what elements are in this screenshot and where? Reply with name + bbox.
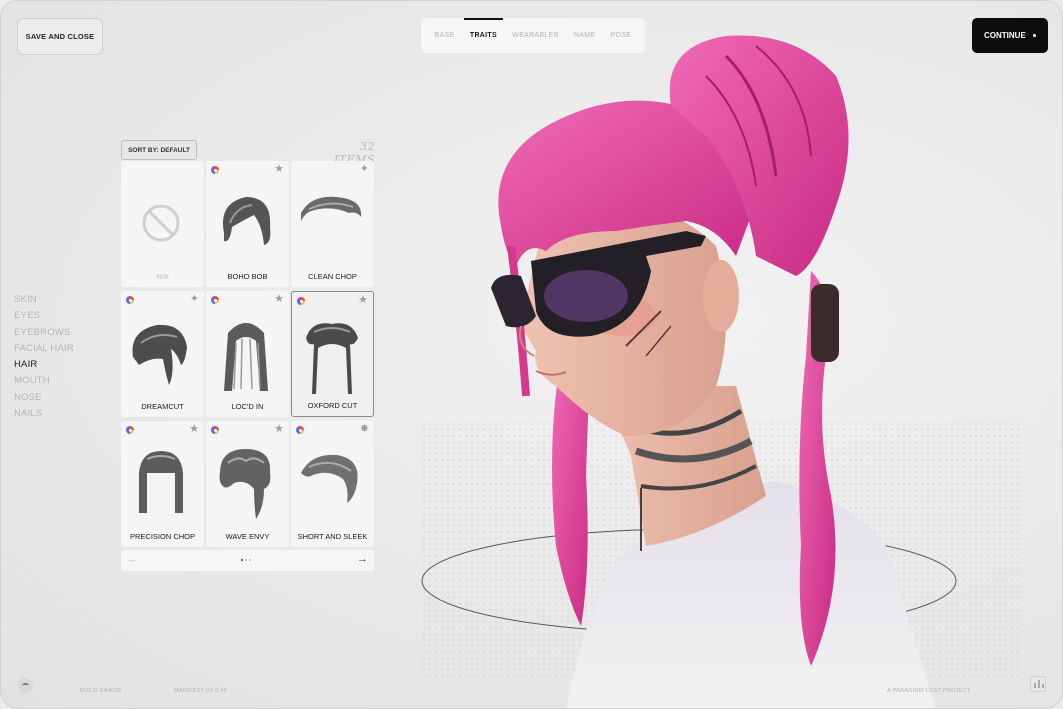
next-page-button[interactable]: → [357, 553, 368, 565]
hair-option-boho-bob[interactable]: ★ BOHO BOB [206, 161, 289, 287]
avatar-preview[interactable] [416, 26, 1063, 709]
category-nails[interactable]: NAILS [14, 408, 74, 424]
continue-button[interactable]: CONTINUE [972, 18, 1048, 53]
hair-option-label: PRECISION CHOP [129, 532, 195, 541]
hair-option-short-and-sleek[interactable]: ✸ SHORT AND SLEEK [291, 421, 374, 547]
hair-option-dreamcut[interactable]: ✦ DREAMCUT [121, 291, 204, 417]
prev-page-button[interactable]: ← [127, 553, 138, 565]
star-icon[interactable]: ★ [358, 295, 368, 306]
tab-name[interactable]: NAME [574, 18, 595, 53]
tab-pose[interactable]: POSE [611, 18, 632, 53]
hair-option-label: N/A [156, 272, 169, 281]
color-wheel-icon [126, 426, 134, 434]
hair-option-label: DREAMCUT [141, 402, 184, 411]
shirt [566, 481, 936, 708]
hair-precision-chop-icon [139, 451, 183, 513]
page-dot[interactable] [249, 559, 251, 561]
hair-option-label: WAVE ENVY [225, 532, 270, 541]
color-wheel-icon [211, 166, 219, 174]
color-wheel-icon [126, 296, 134, 304]
continue-dot-icon [1033, 34, 1036, 37]
hair-tie [811, 284, 839, 362]
app-frame: SAVE AND CLOSE BASE TRAITS WEARABLES NAM… [0, 0, 1063, 709]
hair-option-locd-in[interactable]: ★ LOC'D IN [206, 291, 289, 417]
category-nose[interactable]: NOSE [14, 392, 74, 408]
tab-base[interactable]: BASE [435, 18, 455, 53]
category-skin[interactable]: SKIN [14, 294, 74, 310]
page-dot[interactable] [245, 559, 247, 561]
hair-dreamcut-icon [132, 324, 187, 385]
ear [703, 260, 739, 332]
category-eyes[interactable]: EYES [14, 310, 74, 326]
star-icon[interactable]: ★ [274, 164, 284, 175]
none-icon [142, 204, 180, 242]
category-mouth[interactable]: MOUTH [14, 375, 74, 391]
category-hair[interactable]: HAIR [14, 359, 74, 375]
hair-short-and-sleek-icon [301, 454, 358, 503]
logo-icon[interactable] [18, 678, 33, 693]
sparkle-icon[interactable]: ✦ [360, 164, 369, 175]
hair-oxford-cut-icon [306, 323, 358, 394]
page-dot[interactable] [241, 559, 243, 561]
sparkle-icon[interactable]: ✦ [190, 294, 199, 305]
sort-dropdown[interactable]: SORT BY: DEFAULT [121, 140, 197, 160]
hair-option-label: CLEAN CHOP [308, 272, 357, 281]
hair-boho-bob-icon [222, 197, 271, 245]
category-eyebrows[interactable]: EYEBROWS [14, 327, 74, 343]
category-facial-hair[interactable]: FACIAL HAIR [14, 343, 74, 359]
project-credit[interactable]: A PARADIGM LOST PROJECT [887, 688, 971, 694]
hair-option-label: BOHO BOB [227, 272, 268, 281]
page-dots [241, 559, 251, 561]
hair-option-wave-envy[interactable]: ★ WAVE ENVY [206, 421, 289, 547]
star-icon[interactable]: ★ [274, 424, 284, 435]
color-wheel-icon [211, 296, 219, 304]
step-tabs: BASE TRAITS WEARABLES NAME POSE [421, 18, 645, 53]
tab-traits[interactable]: TRAITS [463, 18, 504, 53]
stats-icon[interactable] [1030, 676, 1046, 692]
color-wheel-icon [211, 426, 219, 434]
hair-option-label: LOC'D IN [231, 402, 264, 411]
continue-label: CONTINUE [984, 31, 1026, 40]
pagination: ← → [121, 550, 374, 571]
star-icon[interactable]: ★ [274, 294, 284, 305]
save-and-close-button[interactable]: SAVE AND CLOSE [17, 18, 103, 55]
star-icon[interactable]: ★ [189, 424, 199, 435]
hair-locd-in-icon [224, 323, 268, 391]
color-wheel-icon [297, 297, 305, 305]
hair-option-precision-chop[interactable]: ★ PRECISION CHOP [121, 421, 204, 547]
hair-clean-chop-icon [301, 196, 362, 221]
hair-option-oxford-cut[interactable]: ★ OXFORD CUT [291, 291, 374, 417]
hair-option-clean-chop[interactable]: ✦ CLEAN CHOP [291, 161, 374, 287]
hair-option-label: SHORT AND SLEEK [297, 532, 368, 541]
hair-wave-envy-icon [219, 449, 271, 519]
manifest-version: MANIFEST V0.0.49 [174, 688, 227, 694]
sunglasses [491, 274, 536, 328]
color-wheel-icon [296, 426, 304, 434]
hair-option-none[interactable]: N/A [121, 161, 204, 287]
pin-icon[interactable]: ✸ [360, 424, 369, 435]
build-version: BUILD DA4038 [80, 688, 122, 694]
hair-option-label: OXFORD CUT [307, 401, 358, 410]
trait-category-list: SKIN EYES EYEBROWS FACIAL HAIR HAIR MOUT… [14, 294, 74, 424]
tab-wearables[interactable]: WEARABLES [512, 18, 558, 53]
